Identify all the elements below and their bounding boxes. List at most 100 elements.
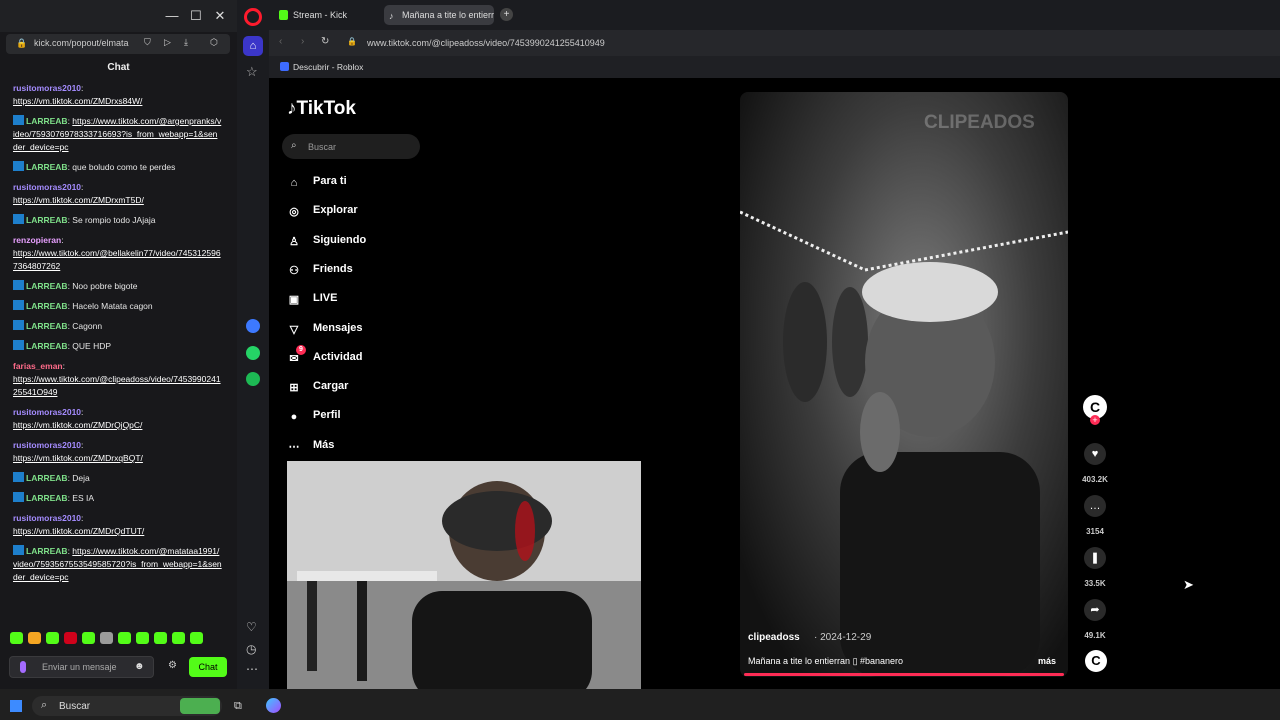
chat-link[interactable]: https://vm.tiktok.com/ZMDrxmT5D/ <box>13 195 144 205</box>
chat-link[interactable]: https://www.tiktok.com/@clipeadoss/video… <box>13 374 221 397</box>
chat-send-button[interactable]: Chat <box>189 657 227 677</box>
emote-icon[interactable] <box>10 632 23 644</box>
chat-username[interactable]: rusitomoras2010 <box>13 440 81 450</box>
chat-username[interactable]: LARREAB <box>26 281 68 291</box>
nav-item-siguiendo[interactable]: ♙ Siguiendo <box>287 231 366 249</box>
chat-username[interactable]: farias_eman <box>13 361 63 371</box>
emote-icon[interactable] <box>190 632 203 644</box>
tiktok-logo[interactable]: ♪TikTok <box>287 98 356 120</box>
nav-label: Explorar <box>313 204 358 217</box>
emote-icon[interactable] <box>64 632 77 644</box>
sound-disc-icon[interactable]: C <box>1085 650 1107 672</box>
extension-icon[interactable]: ⬡ <box>210 37 218 48</box>
more-options-icon[interactable]: ⋯ <box>246 662 258 676</box>
copilot-icon[interactable] <box>266 698 281 713</box>
history-icon[interactable]: ◷ <box>246 642 256 656</box>
search-highlight-icon <box>180 698 220 714</box>
emoji-icon[interactable]: ☻ <box>134 661 145 672</box>
home-icon[interactable]: ⌂ <box>243 36 263 56</box>
whatsapp-icon[interactable] <box>246 346 260 360</box>
chat-username[interactable]: rusitomoras2010 <box>13 407 81 417</box>
mic-icon[interactable] <box>20 661 26 673</box>
nav-item-cargar[interactable]: ⊞ Cargar <box>287 377 348 395</box>
forward-icon[interactable]: › <box>301 36 304 47</box>
back-icon[interactable]: ‹ <box>279 36 282 47</box>
opera-logo-icon[interactable] <box>244 8 262 26</box>
emote-icon[interactable] <box>46 632 59 644</box>
task-view-icon[interactable]: ⧉ <box>234 700 242 713</box>
chat-username[interactable]: LARREAB <box>26 321 68 331</box>
emote-icon[interactable] <box>154 632 167 644</box>
emote-icon[interactable] <box>118 632 131 644</box>
new-tab-icon[interactable]: + <box>500 8 513 21</box>
address-bar: ‹ › ↻ 🔒 www.tiktok.com/@clipeadoss/video… <box>269 30 1280 56</box>
chat-link[interactable]: https://vm.tiktok.com/ZMDrQjQpC/ <box>13 420 142 430</box>
tiktok-search-input[interactable]: ⌕ Buscar <box>282 134 420 159</box>
chat-message-list[interactable]: rusitomoras2010: https://vm.tiktok.com/Z… <box>0 82 230 622</box>
windows-start-icon[interactable] <box>10 700 22 712</box>
tab-kick-dashboard[interactable]: Stream - Kick Dashboard <box>275 5 381 40</box>
tiktok-video-player[interactable] <box>740 92 1068 677</box>
follow-plus-icon[interactable]: + <box>1090 415 1100 425</box>
nav-item-explorar[interactable]: ◎ Explorar <box>287 201 358 219</box>
emote-icon[interactable] <box>136 632 149 644</box>
emote-icon[interactable] <box>172 632 185 644</box>
like-heart-icon[interactable]: ♥ <box>1084 443 1106 465</box>
chat-link[interactable]: https://vm.tiktok.com/ZMDrxs84W/ <box>13 96 142 106</box>
emote-icon[interactable] <box>82 632 95 644</box>
chat-input[interactable]: Enviar un mensaje ☻ <box>9 656 154 678</box>
shield-icon[interactable]: ⛉ <box>144 37 151 48</box>
chat-username[interactable]: renzopieran <box>13 235 61 245</box>
chat-username[interactable]: rusitomoras2010 <box>13 513 81 523</box>
reload-icon[interactable]: ↻ <box>321 36 329 47</box>
nav-item-para-ti[interactable]: ⌂ Para ti <box>287 172 347 190</box>
tab-tiktok-video[interactable]: ♪ Mañana a tite lo entierra <box>384 5 494 25</box>
nav-item-perfil[interactable]: ● Perfil <box>287 406 341 424</box>
chat-username[interactable]: rusitomoras2010 <box>13 182 81 192</box>
chat-username[interactable]: LARREAB <box>26 473 68 483</box>
emote-icon[interactable] <box>28 632 41 644</box>
nav-item-friends[interactable]: ⚇ Friends <box>287 260 353 278</box>
share-icon[interactable]: ➦ <box>1084 599 1106 621</box>
download-icon[interactable]: ⤓ <box>184 37 188 48</box>
heart-icon[interactable]: ♡ <box>246 620 257 634</box>
user-badge-icon <box>13 161 24 171</box>
minimize-icon[interactable]: — <box>163 8 181 24</box>
caption-more-link[interactable]: más <box>1038 656 1056 666</box>
chat-message: LARREAB: Deja <box>0 472 230 485</box>
user-badge-icon <box>13 340 24 350</box>
chat-link[interactable]: https://vm.tiktok.com/ZMDrQdTUT/ <box>13 526 144 536</box>
settings-gear-icon[interactable]: ⚙ <box>168 660 177 671</box>
nav-item-actividad[interactable]: ✉ Actividad 9 <box>287 344 363 366</box>
chat-link[interactable]: https://www.tiktok.com/@bellakelin77/vid… <box>13 248 221 271</box>
address-url[interactable]: www.tiktok.com/@clipeadoss/video/7453990… <box>367 38 605 48</box>
spotify-icon[interactable] <box>246 372 260 386</box>
lock-icon: 🔒 <box>16 38 28 48</box>
bookmark-icon[interactable]: ❚ <box>1084 547 1106 569</box>
comment-icon[interactable]: … <box>1084 495 1106 517</box>
messenger-icon[interactable] <box>246 319 260 333</box>
star-icon[interactable]: ☆ <box>246 64 258 80</box>
close-icon[interactable]: ✕ <box>211 8 229 24</box>
popup-url-bar[interactable]: 🔒 kick.com/popout/elmata ⛉ ▷ ⤓ ⬡ <box>6 34 230 54</box>
chat-username[interactable]: LARREAB <box>26 493 68 503</box>
chat-username[interactable]: LARREAB <box>26 215 68 225</box>
video-progress-bar[interactable] <box>744 673 1064 676</box>
video-author[interactable]: clipeadoss <box>748 632 800 643</box>
taskbar-search[interactable]: ⌕ Buscar <box>32 696 222 716</box>
nav-item-más[interactable]: ⋯ Más <box>287 436 335 454</box>
nav-item-live[interactable]: ▣ LIVE <box>287 289 338 307</box>
nav-item-mensajes[interactable]: ▽ Mensajes <box>287 319 363 337</box>
send-icon[interactable]: ▷ <box>164 37 171 48</box>
emote-icon[interactable] <box>100 632 113 644</box>
bookmark-roblox[interactable]: Descubrir - Roblox <box>293 62 363 72</box>
chat-username[interactable]: rusitomoras2010 <box>13 83 81 93</box>
chat-username[interactable]: LARREAB <box>26 341 68 351</box>
search-icon: ⌕ <box>41 699 48 711</box>
maximize-icon[interactable]: ☐ <box>187 8 205 24</box>
chat-username[interactable]: LARREAB <box>26 301 68 311</box>
chat-link[interactable]: https://vm.tiktok.com/ZMDrxqBQT/ <box>13 453 143 463</box>
chat-username[interactable]: LARREAB <box>26 546 68 556</box>
chat-username[interactable]: LARREAB <box>26 162 68 172</box>
chat-username[interactable]: LARREAB <box>26 116 68 126</box>
